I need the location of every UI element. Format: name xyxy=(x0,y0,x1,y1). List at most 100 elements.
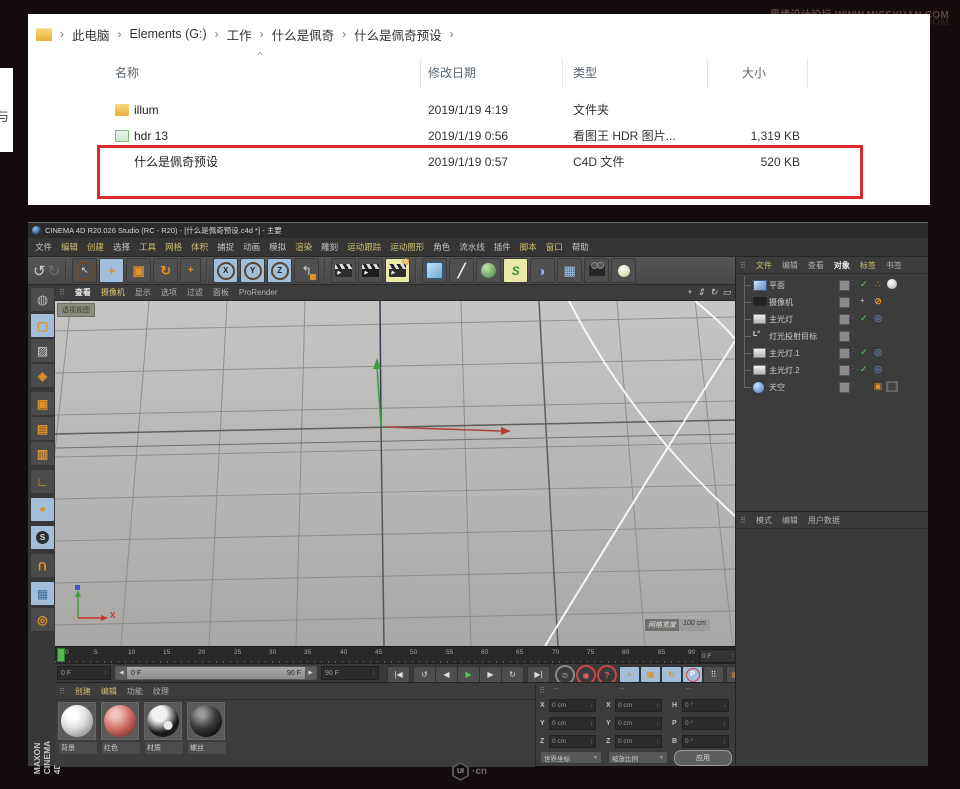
end-frame-field[interactable]: 90 F ↕ xyxy=(321,666,379,680)
workplane-mode-button[interactable]: ◈ xyxy=(30,363,55,388)
object-row-camera[interactable]: 摄像机 + ⊘ xyxy=(736,293,929,310)
file-row[interactable]: hdr 13 2019/1/19 0:56 看图王 HDR 图片... 1,31… xyxy=(28,124,888,148)
file-row[interactable]: illum 2019/1/19 4:19 文件夹 xyxy=(28,98,888,122)
material-item[interactable]: 背景 xyxy=(58,702,98,755)
object-row-light-2[interactable]: 主光灯.2 : ✓ ◎ xyxy=(736,361,929,378)
goto-start-button[interactable]: |◀ xyxy=(387,666,410,683)
menu-volume[interactable]: 体积 xyxy=(191,241,208,253)
protection-tag-icon[interactable]: ⊘ xyxy=(872,295,884,307)
menu-simulate[interactable]: 模拟 xyxy=(269,241,286,253)
texture-thumb-icon[interactable]: ▩ xyxy=(886,381,898,392)
menu-sculpt[interactable]: 雕刻 xyxy=(321,241,338,253)
visibility-dots-icon[interactable]: : xyxy=(852,313,854,320)
goto-end-button[interactable]: ▶| xyxy=(527,666,550,683)
coord-field-size-x[interactable]: 0 cm↕ xyxy=(615,699,662,712)
stepper-icon[interactable]: ↕ xyxy=(723,703,726,709)
coord-field-pos-y[interactable]: 0 cm↕ xyxy=(549,717,596,730)
target-tag-icon[interactable]: ◎ xyxy=(872,363,884,375)
spline-wrap-button[interactable]: ◗ xyxy=(530,258,555,283)
make-editable-button[interactable]: ◍ xyxy=(30,287,55,312)
om-menu-file[interactable]: 文件 xyxy=(756,260,772,271)
material-menu-function[interactable]: 功能 xyxy=(127,686,143,697)
panel-handle-icon[interactable]: ⠿ xyxy=(539,686,545,695)
play-backwards-button[interactable]: ↺ xyxy=(413,666,436,683)
material-menu-texture[interactable]: 纹理 xyxy=(153,686,169,697)
layer-toggle[interactable] xyxy=(839,382,850,393)
render-view-button[interactable]: ▶ xyxy=(331,258,356,283)
object-row-sky[interactable]: 天空 : ▣ ▩ xyxy=(736,378,929,395)
panel-handle-icon[interactable]: ⠿ xyxy=(740,261,746,270)
previous-frame-button[interactable]: ◀ xyxy=(435,666,458,683)
edges-mode-button[interactable]: ▤ xyxy=(30,416,55,441)
panel-handle-icon[interactable]: ⠿ xyxy=(59,687,65,696)
pan-view-icon[interactable]: + xyxy=(687,287,692,298)
viewport-canvas[interactable]: 透视视图 X 网格宽度 100 cm xyxy=(55,301,735,646)
stepper-icon[interactable]: ↕ xyxy=(590,703,593,709)
coord-field-rot-h[interactable]: 0 °↕ xyxy=(682,699,729,712)
enabled-check-icon[interactable]: ✓ xyxy=(860,313,868,324)
breadcrumb-item-work[interactable]: 工作 xyxy=(227,25,252,44)
panel-handle-icon[interactable]: ⠿ xyxy=(59,288,65,297)
timeline-playhead[interactable] xyxy=(57,648,65,662)
menu-help[interactable]: 帮助 xyxy=(572,241,589,253)
menu-select[interactable]: 选择 xyxy=(113,241,130,253)
material-item[interactable]: 螺丝 xyxy=(187,702,227,755)
enabled-check-icon[interactable]: ✓ xyxy=(860,279,868,290)
coord-field-rot-p[interactable]: 0 °↕ xyxy=(682,717,729,730)
object-row-plane[interactable]: 平面 : ✓ ∴ xyxy=(736,276,929,293)
coord-field-pos-x[interactable]: 0 cm↕ xyxy=(549,699,596,712)
viewport-menu-display[interactable]: 显示 xyxy=(135,287,151,298)
stepper-icon[interactable]: ↕ xyxy=(656,721,659,727)
menu-character[interactable]: 角色 xyxy=(433,241,450,253)
stepper-icon[interactable]: ↕ xyxy=(590,721,593,727)
menu-edit[interactable]: 编辑 xyxy=(61,241,78,253)
key-scale-button[interactable]: ▣ xyxy=(640,666,661,683)
frame-range-slider[interactable]: ◀ 0 F 90 F ▶ xyxy=(115,666,317,680)
timeline-ruler[interactable]: 0 5 10 15 20 25 30 35 40 45 50 55 60 65 … xyxy=(55,646,735,664)
light-button[interactable] xyxy=(611,258,636,283)
viewport-menu-panel[interactable]: 面板 xyxy=(213,287,229,298)
coordinate-system-button[interactable]: ↰ xyxy=(294,258,319,283)
menu-window[interactable]: 窗口 xyxy=(546,241,563,253)
material-item[interactable]: 红色 xyxy=(101,702,141,755)
column-header-type[interactable]: 类型 xyxy=(573,64,597,81)
menu-animate[interactable]: 动画 xyxy=(243,241,260,253)
object-row-main-light[interactable]: 主光灯 : ✓ ◎ xyxy=(736,310,929,327)
visibility-dots-icon[interactable]: : xyxy=(852,347,854,354)
menu-pipeline[interactable]: 流水线 xyxy=(459,241,485,253)
layer-toggle[interactable] xyxy=(839,348,850,359)
spline-pen-button[interactable]: ╱ xyxy=(449,258,474,283)
key-parameter-button[interactable]: P xyxy=(682,666,703,683)
camera-button[interactable] xyxy=(584,258,609,283)
texture-mode-button[interactable]: ▨ xyxy=(30,338,55,363)
menu-motion-tracker[interactable]: 运动跟踪 xyxy=(347,241,381,253)
column-header-size[interactable]: 大小 xyxy=(742,64,766,81)
render-region-button[interactable]: ▶ xyxy=(358,258,383,283)
size-mode-dropdown[interactable]: 缩放比例▼ xyxy=(608,751,668,764)
keyframe-selection-button[interactable]: ⠿ xyxy=(703,666,724,683)
axis-mode-button[interactable]: ∟ xyxy=(30,469,55,494)
crosshair-icon[interactable]: + xyxy=(860,296,865,305)
object-row-light-1[interactable]: 主光灯.1 : ✓ ◎ xyxy=(736,344,929,361)
material-menu-edit[interactable]: 编辑 xyxy=(101,686,117,697)
breadcrumb-item-drive[interactable]: Elements (G:) xyxy=(130,27,207,41)
om-menu-objects[interactable]: 对象 xyxy=(834,260,850,271)
menu-tools[interactable]: 工具 xyxy=(139,241,156,253)
key-rotation-button[interactable]: ↻ xyxy=(661,666,682,683)
coord-field-pos-z[interactable]: 0 cm↕ xyxy=(549,735,596,748)
undo-icon[interactable]: ↺ xyxy=(33,262,46,280)
layer-toggle[interactable] xyxy=(839,331,850,342)
target-tag-icon[interactable]: ◎ xyxy=(872,312,884,324)
stepper-icon[interactable]: ↕ xyxy=(104,670,107,676)
menu-file[interactable]: 文件 xyxy=(35,241,52,253)
menu-mograph[interactable]: 运动图形 xyxy=(390,241,424,253)
enabled-check-icon[interactable]: ✓ xyxy=(860,347,868,358)
attr-menu-edit[interactable]: 编辑 xyxy=(782,515,798,526)
model-mode-button[interactable]: ▢ xyxy=(30,313,55,338)
material-item[interactable]: 材质 xyxy=(144,702,184,755)
menu-script[interactable]: 脚本 xyxy=(520,241,537,253)
play-button[interactable]: ▶ xyxy=(457,666,480,683)
range-left-arrow-icon[interactable]: ◀ xyxy=(116,667,127,679)
polygons-mode-button[interactable]: ▥ xyxy=(30,441,55,466)
breadcrumb-item-current[interactable]: 什么是佩奇预设 xyxy=(354,25,442,44)
